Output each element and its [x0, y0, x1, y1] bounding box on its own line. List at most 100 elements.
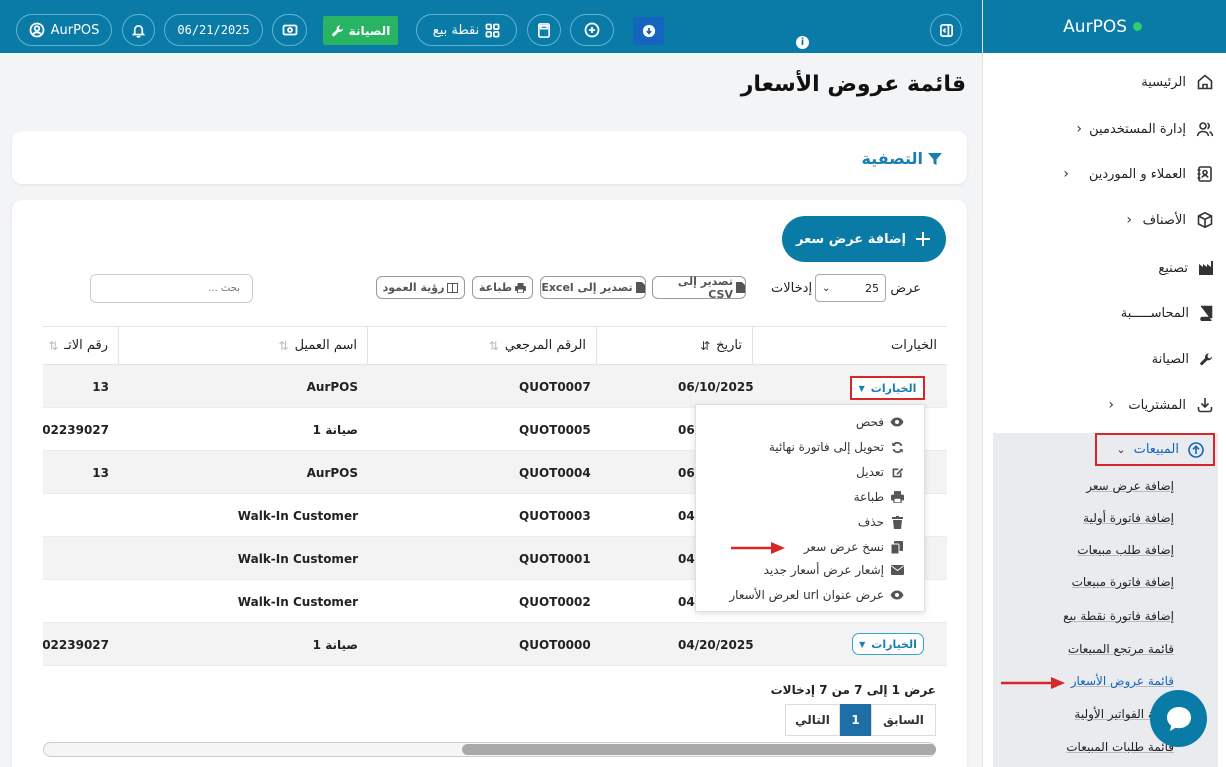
menu-item-label: عرض عنوان url لعرض الأسعار — [729, 588, 884, 602]
sidebar-sub-add-sales-order[interactable]: إضافة طلب مبيعات — [1077, 543, 1174, 557]
export-csv-button[interactable]: تصدير إلى CSV — [652, 275, 746, 301]
sort-icon: ⇵ — [700, 338, 711, 353]
maintenance-button[interactable]: الصيانة — [323, 16, 398, 45]
sidebar-item-manufacturing[interactable]: تصنيع — [1158, 253, 1214, 283]
file-excel-icon — [635, 282, 645, 293]
user-menu-button[interactable]: AurPOS — [16, 14, 112, 46]
sidebar-item-purchases[interactable]: المشتريات ‹ — [1108, 390, 1214, 420]
sort-icon: ⇅ — [278, 338, 289, 353]
table-row[interactable]: 06/10/2025 QUOT0007 AurPOS 13 — [43, 365, 947, 408]
column-visibility-button[interactable]: رؤية العمود — [376, 276, 465, 299]
pos-button[interactable]: نقطة بيع — [416, 14, 517, 46]
sidebar-item-accounting[interactable]: المحاســـــبة — [1121, 298, 1214, 328]
menu-item-delete[interactable]: حذف — [858, 515, 904, 529]
menu-item-edit[interactable]: تعديل — [856, 465, 904, 479]
add-quotation-button[interactable]: إضافة عرض سعر — [782, 216, 946, 262]
cell-customer: صيانة 1 — [312, 422, 358, 437]
sidebar-item-products[interactable]: الأصناف ‹ — [1126, 205, 1214, 235]
chevron-left-icon: ‹ — [1063, 166, 1069, 182]
header-options: الخيارات — [752, 327, 947, 365]
print-button[interactable]: طباعة — [472, 276, 533, 299]
print-icon — [890, 490, 904, 504]
header-contact[interactable]: رقم الاتـ ⇅ — [43, 327, 118, 365]
header-date[interactable]: تاريخ ⇵ — [596, 327, 752, 365]
sidebar-sub-add-quotation[interactable]: إضافة عرض سعر — [1086, 479, 1174, 493]
menu-item-label: تعديل — [856, 465, 884, 479]
brand: AurPOS — [983, 0, 1226, 53]
scrollbar-thumb[interactable] — [462, 744, 936, 755]
add-new-button[interactable] — [570, 14, 614, 46]
info-icon[interactable]: i — [796, 36, 809, 49]
menu-item-convert-invoice[interactable]: تحويل إلى فاتورة نهائية — [769, 440, 904, 454]
columns-icon — [447, 282, 459, 293]
sidebar-sub-add-proforma[interactable]: إضافة فاتورة أولية — [1083, 511, 1174, 525]
date-display[interactable]: 06/21/2025 — [164, 14, 263, 46]
sidebar-sub-add-pos-invoice[interactable]: إضافة فاتورة نقطة بيع — [1063, 609, 1174, 623]
menu-item-view-url[interactable]: عرض عنوان url لعرض الأسعار — [729, 588, 904, 602]
menu-item-print[interactable]: طباعة — [854, 490, 904, 504]
cell-customer: Walk-In Customer — [237, 594, 358, 609]
entries-select[interactable]: ⌄ 25 — [815, 274, 886, 302]
pagination-page-1[interactable]: 1 — [840, 704, 871, 736]
cell-customer: Walk-In Customer — [237, 508, 358, 523]
table-row[interactable]: 04/20/2025 QUOT0000 صيانة 1 0102239027 ا… — [43, 623, 947, 666]
box-icon — [1196, 211, 1214, 229]
chevron-left-icon: ‹ — [1076, 121, 1082, 137]
search-input[interactable] — [90, 274, 253, 303]
header-customer-label: اسم العميل — [294, 338, 357, 353]
pagination-prev[interactable]: السابق — [871, 704, 936, 736]
sidebar-sub-add-sales-invoice[interactable]: إضافة فاتورة مبيعات — [1072, 575, 1174, 589]
upload-icon — [1187, 441, 1205, 459]
factory-icon — [1198, 260, 1214, 276]
row-options-button[interactable]: الخيارات ▼ — [852, 633, 924, 655]
plus-circle-icon — [584, 22, 600, 38]
sidebar-item-label: الصيانة — [1151, 351, 1189, 367]
sidebar-sub-quotations-list[interactable]: قائمة عروض الأسعار — [1071, 674, 1174, 688]
caret-down-icon: ▼ — [858, 383, 865, 393]
eye-icon — [890, 415, 904, 429]
download-button[interactable] — [633, 17, 664, 45]
row-options-button-active[interactable]: الخيارات ▼ — [850, 376, 925, 400]
menu-item-label: فحص — [855, 415, 884, 429]
row-options-label: الخيارات — [871, 637, 917, 651]
menu-item-notify[interactable]: إشعار عرض أسعار جديد — [764, 563, 904, 577]
sidebar-item-contacts[interactable]: العملاء و الموردين ‹ — [1063, 159, 1214, 189]
cash-register-button[interactable] — [272, 14, 307, 46]
sidebar-item-users[interactable]: إدارة المستخدمين ‹ — [1076, 114, 1214, 144]
header-customer[interactable]: اسم العميل ⇅ — [118, 327, 367, 365]
menu-item-view[interactable]: فحص — [856, 415, 904, 429]
cell-contact: 13 — [92, 465, 109, 480]
chat-button[interactable] — [1150, 690, 1207, 747]
cell-customer: AurPOS — [306, 379, 358, 394]
sidebar-item-maintenance[interactable]: الصيانة — [1152, 344, 1214, 374]
cell-customer: AurPOS — [306, 465, 358, 480]
cell-customer: Walk-In Customer — [237, 551, 358, 566]
show-label: عرض — [890, 281, 921, 296]
sidebar-item-label: المحاســـــبة — [1120, 305, 1189, 321]
sidebar-item-label: العملاء و الموردين — [1088, 166, 1186, 182]
notifications-button[interactable] — [122, 14, 155, 46]
table-horizontal-scrollbar[interactable] — [43, 742, 936, 757]
entries-label: إدخالات — [771, 281, 813, 296]
sidebar-item-home[interactable]: الرئيسية — [1141, 67, 1214, 97]
export-excel-label: تصدير إلى Excel — [541, 281, 633, 294]
pagination: التالي 1 السابق — [785, 704, 936, 736]
sort-icon: ⇅ — [48, 338, 59, 353]
sidebar-item-label: المشتريات — [1128, 397, 1186, 413]
annotation-arrow — [731, 542, 785, 554]
sidebar-item-label: المبيعات — [1133, 442, 1179, 457]
cell-ref: QUOT0007 — [519, 379, 591, 394]
export-excel-button[interactable]: تصدير إلى Excel — [540, 276, 646, 299]
menu-item-copy-quotation[interactable]: نسخ عرض سعر — [804, 540, 904, 554]
print-icon — [515, 282, 527, 293]
sidebar-sub-sales-orders-list[interactable]: قائمة طلبات المبيعات — [1066, 740, 1174, 754]
sidebar-sub-sales-returns[interactable]: قائمة مرتجع المبيعات — [1068, 642, 1174, 656]
cell-ref: QUOT0002 — [519, 594, 591, 609]
sidebar-toggle-button[interactable] — [930, 14, 962, 46]
sidebar-item-sales[interactable]: المبيعات ⌄ — [1095, 433, 1215, 466]
header-contact-label: رقم الاتـ — [64, 338, 108, 353]
filter-toggle[interactable]: التصفية — [861, 149, 943, 168]
calculator-button[interactable] — [527, 14, 561, 46]
header-ref[interactable]: الرقم المرجعي ⇅ — [367, 327, 596, 365]
pagination-next[interactable]: التالي — [785, 704, 840, 736]
